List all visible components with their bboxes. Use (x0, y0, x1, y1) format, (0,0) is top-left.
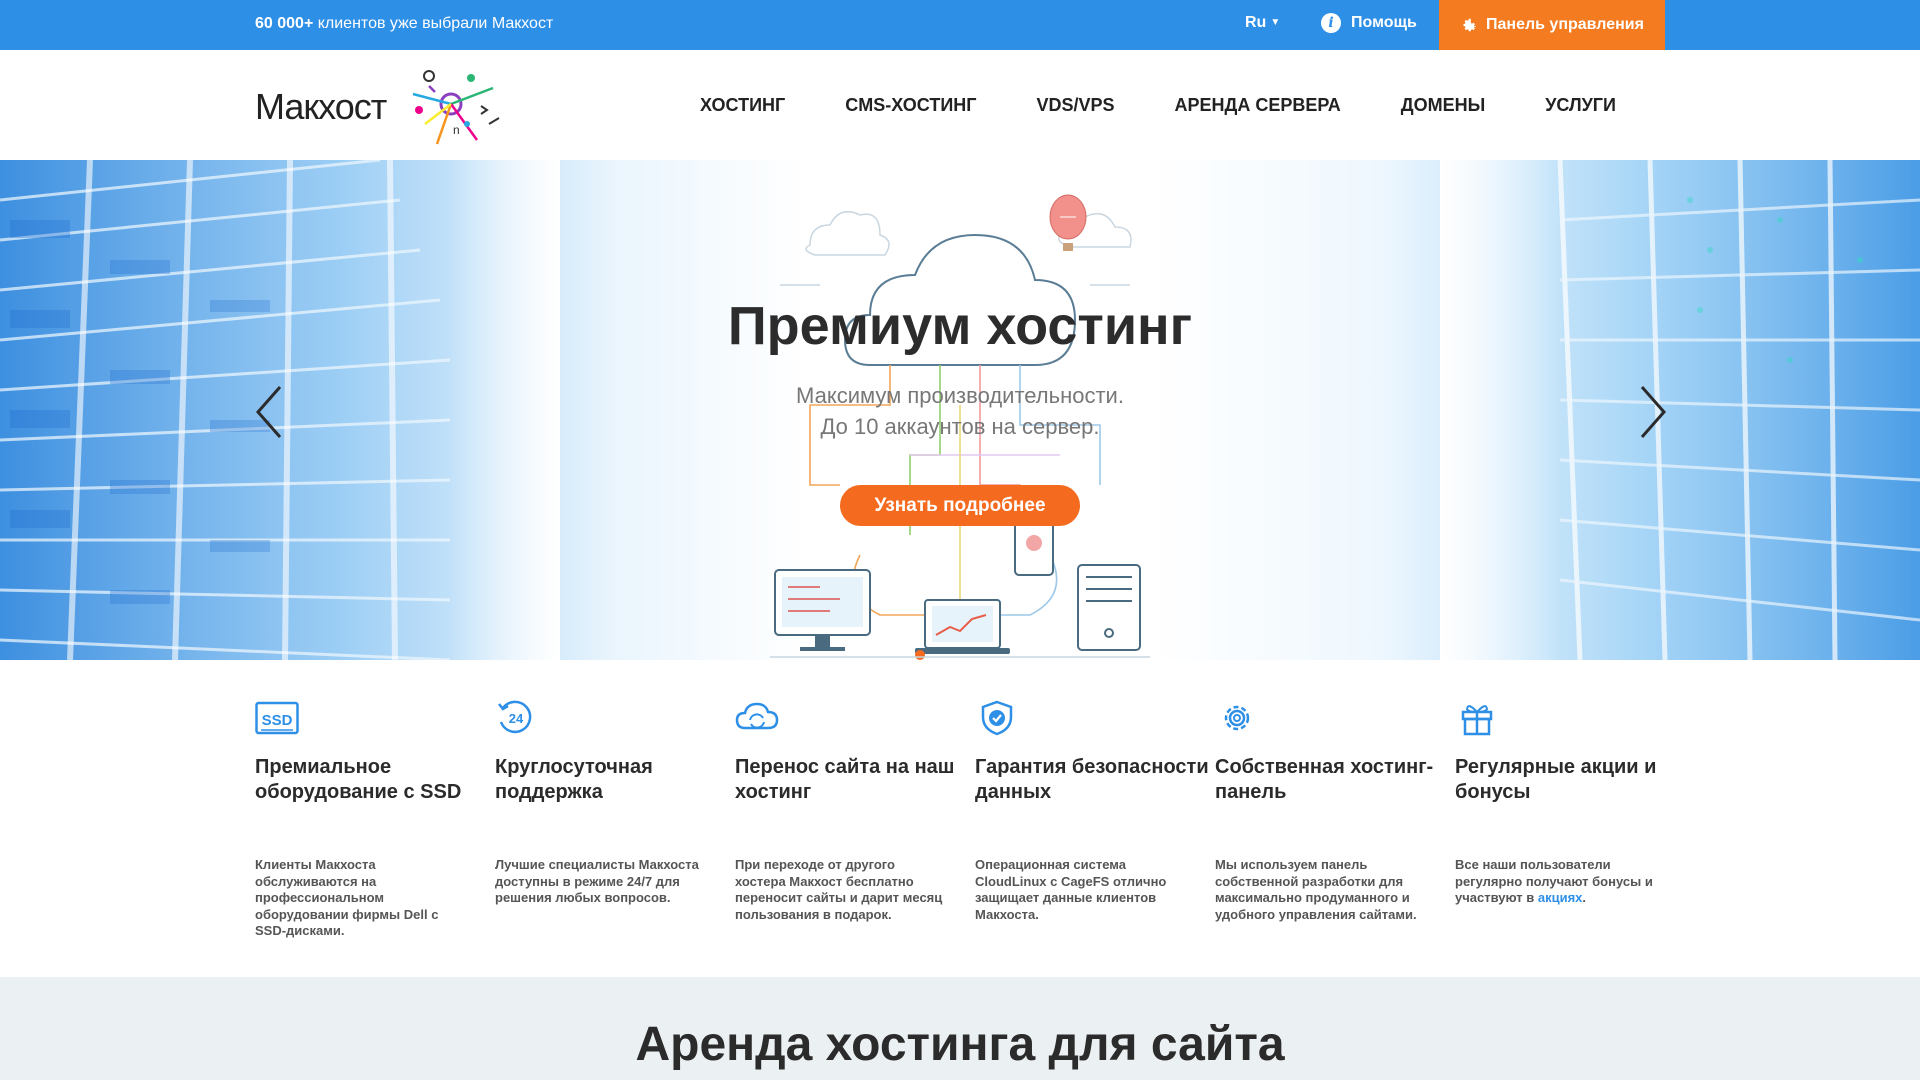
slider-prev-arrow-icon[interactable] (250, 382, 290, 442)
svg-text:SSD: SSD (262, 712, 293, 729)
svg-text:24: 24 (509, 711, 524, 726)
caret-down-icon: ▼ (1270, 17, 1281, 28)
clients-count: 60 000+ (255, 15, 314, 32)
feature-title: Премиальное оборудование с SSD (255, 756, 462, 803)
hosting-section: Аренда хостинга для сайта (0, 977, 1920, 1080)
control-panel-label: Панель управления (1486, 16, 1644, 33)
gear-icon (1463, 18, 1477, 32)
language-label: Ru (1245, 14, 1267, 31)
feature-title: Собственная хостинг-панель (1215, 756, 1434, 803)
feature-ssd: SSD Премиальное оборудование с SSD Клиен… (255, 700, 495, 940)
top-bar: 60 000+ клиентов уже выбрали Макхост Ru ▼… (0, 0, 1920, 50)
help-link[interactable]: i Помощь (1321, 13, 1417, 33)
hero-title: Премиум хостинг (727, 296, 1193, 356)
svg-text:n: n (453, 123, 460, 137)
nav-vds-vps[interactable]: VDS/VPS (1036, 95, 1114, 116)
feature-text: Все наши пользователи регулярно получают… (1455, 857, 1667, 907)
gift-icon (1461, 705, 1493, 736)
feature-text: Мы используем панель собственной разрабо… (1215, 857, 1417, 922)
feature-title: Регулярные акции и бонусы (1455, 756, 1657, 803)
section-title: Аренда хостинга для сайта (635, 1018, 1285, 1071)
features-row: SSD Премиальное оборудование с SSD Клиен… (255, 700, 1665, 940)
cloud-transfer-icon (735, 702, 779, 730)
feature-text: При переходе от другого хостера Макхост … (735, 857, 943, 922)
nav-server-rent[interactable]: АРЕНДА СЕРВЕРА (1175, 95, 1341, 116)
feature-security: Гарантия безопасности данных Операционна… (975, 700, 1215, 940)
hero-slider: Премиум хостинг Максимум производительно… (0, 160, 1920, 660)
logo-text: Макхост (255, 86, 387, 127)
feature-text: Лучшие специалисты Макхоста доступны в р… (495, 857, 699, 905)
language-selector[interactable]: Ru ▼ (1245, 14, 1280, 32)
feature-text: Операционная система CloudLinux с CageFS… (975, 857, 1167, 922)
feature-bonuses: Регулярные акции и бонусы Все наши польз… (1455, 700, 1695, 940)
nav-services[interactable]: УСЛУГИ (1545, 95, 1616, 116)
info-icon: i (1321, 13, 1341, 33)
nav-hosting[interactable]: ХОСТИНГ (700, 95, 785, 116)
nav-cms-hosting[interactable]: CMS-ХОСТИНГ (845, 95, 976, 116)
feature-title: Перенос сайта на наш хостинг (735, 756, 955, 803)
feature-text: Клиенты Макхоста обслуживаются на профес… (255, 857, 439, 938)
promotions-link[interactable]: акциях (1538, 890, 1583, 905)
control-panel-button[interactable]: Панель управления (1439, 0, 1665, 50)
hero-subtitle-line2: До 10 аккаунтов на сервер. (820, 414, 1100, 439)
top-bar-inner: 60 000+ клиентов уже выбрали Макхост Ru ▼… (255, 0, 1665, 50)
logo[interactable]: Макхост n (255, 62, 505, 150)
hero-subtitle: Максимум производительности. До 10 аккау… (560, 380, 1360, 442)
slider-next-arrow-icon[interactable] (1632, 382, 1672, 442)
server-rack-right-image (1440, 160, 1920, 660)
logo-emblem-icon: n (412, 70, 500, 145)
clients-text: клиентов уже выбрали Макхост (313, 15, 554, 32)
nav-domains[interactable]: ДОМЕНЫ (1401, 95, 1485, 116)
support-24-icon: 24 (498, 700, 532, 734)
help-label: Помощь (1351, 14, 1417, 31)
feature-title: Круглосуточная поддержка (495, 756, 653, 803)
shield-check-icon (981, 700, 1013, 736)
feature-support: 24 Круглосуточная поддержка Лучшие специ… (495, 700, 735, 940)
hero-subtitle-line1: Максимум производительности. (796, 383, 1124, 408)
main-nav: ХОСТИНГ CMS-ХОСТИНГ VDS/VPS АРЕНДА СЕРВЕ… (700, 50, 1616, 160)
ssd-icon: SSD (255, 701, 299, 735)
learn-more-button[interactable]: Узнать подробнее (840, 485, 1080, 526)
feature-title: Гарантия безопасности данных (975, 756, 1209, 803)
feature-transfer: Перенос сайта на наш хостинг При переход… (735, 700, 975, 940)
feature-panel: Собственная хостинг-панель Мы используем… (1215, 700, 1455, 940)
site-header: Макхост n ХОСТИНГ CMS-ХОСТИНГ VDS/VPS АР… (0, 50, 1920, 160)
clients-counter: 60 000+ клиентов уже выбрали Макхост (255, 15, 553, 33)
feature-text-after: . (1582, 890, 1587, 905)
gear-icon (1224, 705, 1250, 731)
